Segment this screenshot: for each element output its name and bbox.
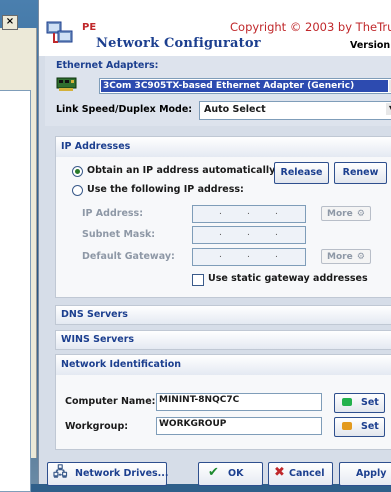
orange-status-icon — [342, 422, 352, 430]
release-button[interactable]: Release — [274, 162, 329, 184]
subnet-mask-field[interactable]: ... — [192, 226, 306, 244]
network-card-icon — [56, 77, 77, 91]
more-ip-button[interactable]: More ⚙ — [321, 206, 371, 221]
use-following-ip-radio[interactable] — [72, 185, 83, 196]
apply-button[interactable]: Apply — [339, 462, 391, 486]
background-panel — [0, 28, 37, 492]
adapters-section: Ethernet Adapters: 3Com 3C905TX-based Et… — [45, 56, 391, 126]
header-banner: PE Network Configurator Copyright © 2003… — [39, 0, 391, 56]
workgroup-input[interactable]: WORKGROUP — [156, 417, 322, 435]
cancel-label: Cancel — [289, 468, 325, 479]
dns-servers-panel[interactable]: DNS Servers ︾ — [55, 305, 391, 325]
pe-label: PE — [82, 22, 97, 33]
static-gateway-label[interactable]: Use static gateway addresses — [208, 273, 368, 284]
computer-name-label: Computer Name: — [65, 396, 156, 407]
workgroup-value: WORKGROUP — [159, 419, 227, 429]
cancel-x-icon: ✖ — [274, 465, 285, 480]
network-identification-title: Network Identification — [61, 359, 182, 370]
radio-selected-dot — [75, 169, 80, 174]
version-text: Version — [350, 40, 391, 51]
use-following-ip-label[interactable]: Use the following IP address: — [87, 184, 244, 195]
set-workgroup-button[interactable]: Set — [334, 417, 385, 437]
ok-label: OK — [228, 468, 244, 479]
ethernet-adapter-dropdown[interactable]: 3Com 3C905TX-based Ethernet Adapter (Gen… — [99, 78, 391, 94]
default-gateway-field[interactable]: ... — [192, 248, 306, 266]
checkmark-icon: ✔ — [208, 465, 219, 480]
set-computer-name-button[interactable]: Set — [334, 393, 385, 413]
green-status-icon — [342, 398, 352, 406]
network-drive-icon: 🖧 — [53, 465, 68, 480]
ip-address-label: IP Address: — [82, 208, 143, 219]
network-drives-button[interactable]: 🖧 Network Drives... — [47, 462, 169, 486]
ok-button[interactable]: ✔ OK — [198, 462, 263, 486]
ip-addresses-header[interactable]: IP Addresses — [56, 137, 391, 157]
wrench-icon: ⚙ — [356, 209, 365, 219]
computer-name-input[interactable]: MININT-8NQC7C — [156, 393, 322, 411]
more-label: More — [327, 209, 353, 219]
network-computers-logo-icon — [46, 21, 73, 43]
renew-button[interactable]: Renew — [334, 162, 387, 184]
set-label: Set — [361, 397, 379, 408]
app-title: Network Configurator — [96, 36, 261, 51]
network-identification-panel: Network Identification ︽ Computer Name: … — [55, 354, 391, 450]
cancel-button[interactable]: ✖ Cancel — [268, 462, 333, 486]
link-speed-selected: Auto Select — [204, 104, 266, 115]
background-close-button[interactable]: × — [2, 15, 18, 30]
set-label: Set — [361, 421, 379, 432]
workgroup-label: Workgroup: — [65, 421, 129, 432]
more-label: More — [327, 252, 353, 262]
default-gateway-label: Default Gateway: — [82, 251, 175, 262]
network-drives-label: Network Drives... — [75, 468, 169, 479]
background-list — [0, 90, 31, 492]
subnet-mask-label: Subnet Mask: — [82, 229, 156, 240]
ethernet-adapter-selected: 3Com 3C905TX-based Ethernet Adapter (Gen… — [101, 80, 388, 92]
wins-servers-header[interactable]: WINS Servers ︾ — [56, 331, 391, 349]
copyright-text: Copyright © 2003 by TheTru — [230, 20, 391, 34]
dns-servers-header[interactable]: DNS Servers ︾ — [56, 306, 391, 324]
background-window: × — [0, 0, 38, 492]
wins-servers-panel[interactable]: WINS Servers ︾ — [55, 330, 391, 350]
network-identification-header[interactable]: Network Identification ︽ — [56, 355, 391, 375]
ethernet-adapters-label: Ethernet Adapters: — [56, 60, 159, 71]
link-speed-label: Link Speed/Duplex Mode: — [56, 104, 193, 115]
static-gateway-checkbox[interactable] — [192, 274, 204, 286]
link-speed-dropdown[interactable]: Auto Select ▼ — [199, 101, 391, 120]
computer-name-value: MININT-8NQC7C — [159, 395, 240, 405]
more-gateway-button[interactable]: More ⚙ — [321, 249, 371, 264]
network-configurator-dialog: PE Network Configurator Copyright © 2003… — [38, 0, 391, 486]
apply-label: Apply — [356, 468, 387, 479]
wins-servers-title: WINS Servers — [61, 334, 135, 345]
chevron-down-icon[interactable]: ▼ — [386, 103, 391, 115]
dns-servers-title: DNS Servers — [61, 309, 128, 320]
ip-addresses-panel: IP Addresses Obtain an IP address automa… — [55, 136, 391, 298]
ip-address-field[interactable]: ... — [192, 205, 306, 223]
obtain-ip-auto-label[interactable]: Obtain an IP address automatically — [87, 165, 275, 176]
ip-addresses-title: IP Addresses — [61, 141, 131, 152]
wrench-icon: ⚙ — [356, 252, 365, 262]
obtain-ip-auto-radio[interactable] — [72, 166, 83, 177]
